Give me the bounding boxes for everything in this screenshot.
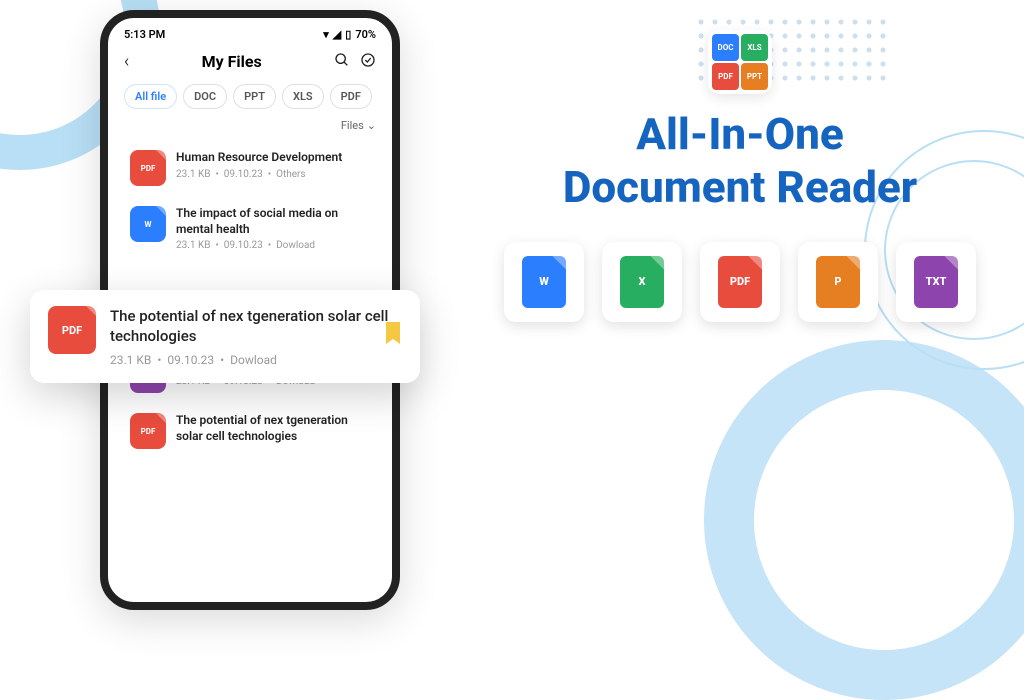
battery-icon: ▯: [345, 28, 351, 41]
tab-doc[interactable]: DOC: [183, 84, 227, 109]
format-doc: W: [504, 242, 584, 322]
tab-xls[interactable]: XLS: [282, 84, 324, 109]
file-meta: 23.1 KB • 09.10.23 • Dowload: [110, 353, 402, 367]
bg-circle-bottom-right: [704, 340, 1024, 700]
logo-quad-xls: XLS: [741, 34, 768, 61]
list-item[interactable]: PDF The potential of nex tgeneration sol…: [124, 403, 376, 459]
format-pdf: PDF: [700, 242, 780, 322]
search-icon[interactable]: [334, 52, 350, 72]
status-time: 5:13 PM: [124, 28, 165, 41]
headline: All-In-One Document Reader: [470, 108, 1010, 214]
select-icon[interactable]: [360, 52, 376, 72]
doc-icon: W: [130, 206, 166, 242]
page-title: My Files: [202, 52, 262, 71]
logo-quad-ppt: PPT: [741, 63, 768, 90]
format-xls: X: [602, 242, 682, 322]
file-name: Human Resource Development: [176, 150, 342, 166]
filter-tabs: All file DOC PPT XLS PDF: [124, 84, 376, 109]
pdf-icon: PDF: [130, 150, 166, 186]
pdf-icon: PDF: [48, 306, 96, 354]
app-logo: DOC XLS PDF PPT: [708, 30, 772, 94]
file-meta: 23.1 KB • 09.10.23 • Dowload: [176, 240, 370, 251]
tab-pdf[interactable]: PDF: [330, 84, 372, 109]
featured-file-card[interactable]: PDF The potential of nex tgeneration sol…: [30, 290, 420, 383]
format-txt: TXT: [896, 242, 976, 322]
status-right: ▾ ◢ ▯ 70%: [323, 28, 376, 41]
file-name: The potential of nex tgeneration solar c…: [176, 413, 370, 444]
status-bar: 5:13 PM ▾ ◢ ▯ 70%: [124, 28, 376, 41]
file-name: The potential of nex tgeneration solar c…: [110, 306, 402, 347]
format-ppt: P: [798, 242, 878, 322]
chevron-down-icon: ⌄: [367, 119, 376, 132]
bookmark-icon[interactable]: [384, 322, 402, 349]
file-meta: 23.1 KB • 09.10.23 • Others: [176, 169, 342, 180]
signal-icon: ◢: [333, 28, 341, 41]
wifi-icon: ▾: [323, 28, 329, 41]
back-button[interactable]: ‹: [124, 51, 129, 72]
tab-all-file[interactable]: All file: [124, 84, 177, 109]
sort-label: Files: [341, 119, 364, 132]
list-item[interactable]: PDF Human Resource Development 23.1 KB •…: [124, 140, 376, 196]
logo-quad-pdf: PDF: [712, 63, 739, 90]
pdf-icon: PDF: [130, 413, 166, 449]
tab-ppt[interactable]: PPT: [233, 84, 276, 109]
list-item[interactable]: W The impact of social media on mental h…: [124, 196, 376, 261]
format-cards: W X PDF P TXT: [470, 242, 1010, 322]
file-name: The impact of social media on mental hea…: [176, 206, 370, 237]
sort-dropdown[interactable]: Files ⌄: [124, 119, 376, 132]
battery-pct: 70%: [355, 28, 376, 41]
logo-quad-doc: DOC: [712, 34, 739, 61]
